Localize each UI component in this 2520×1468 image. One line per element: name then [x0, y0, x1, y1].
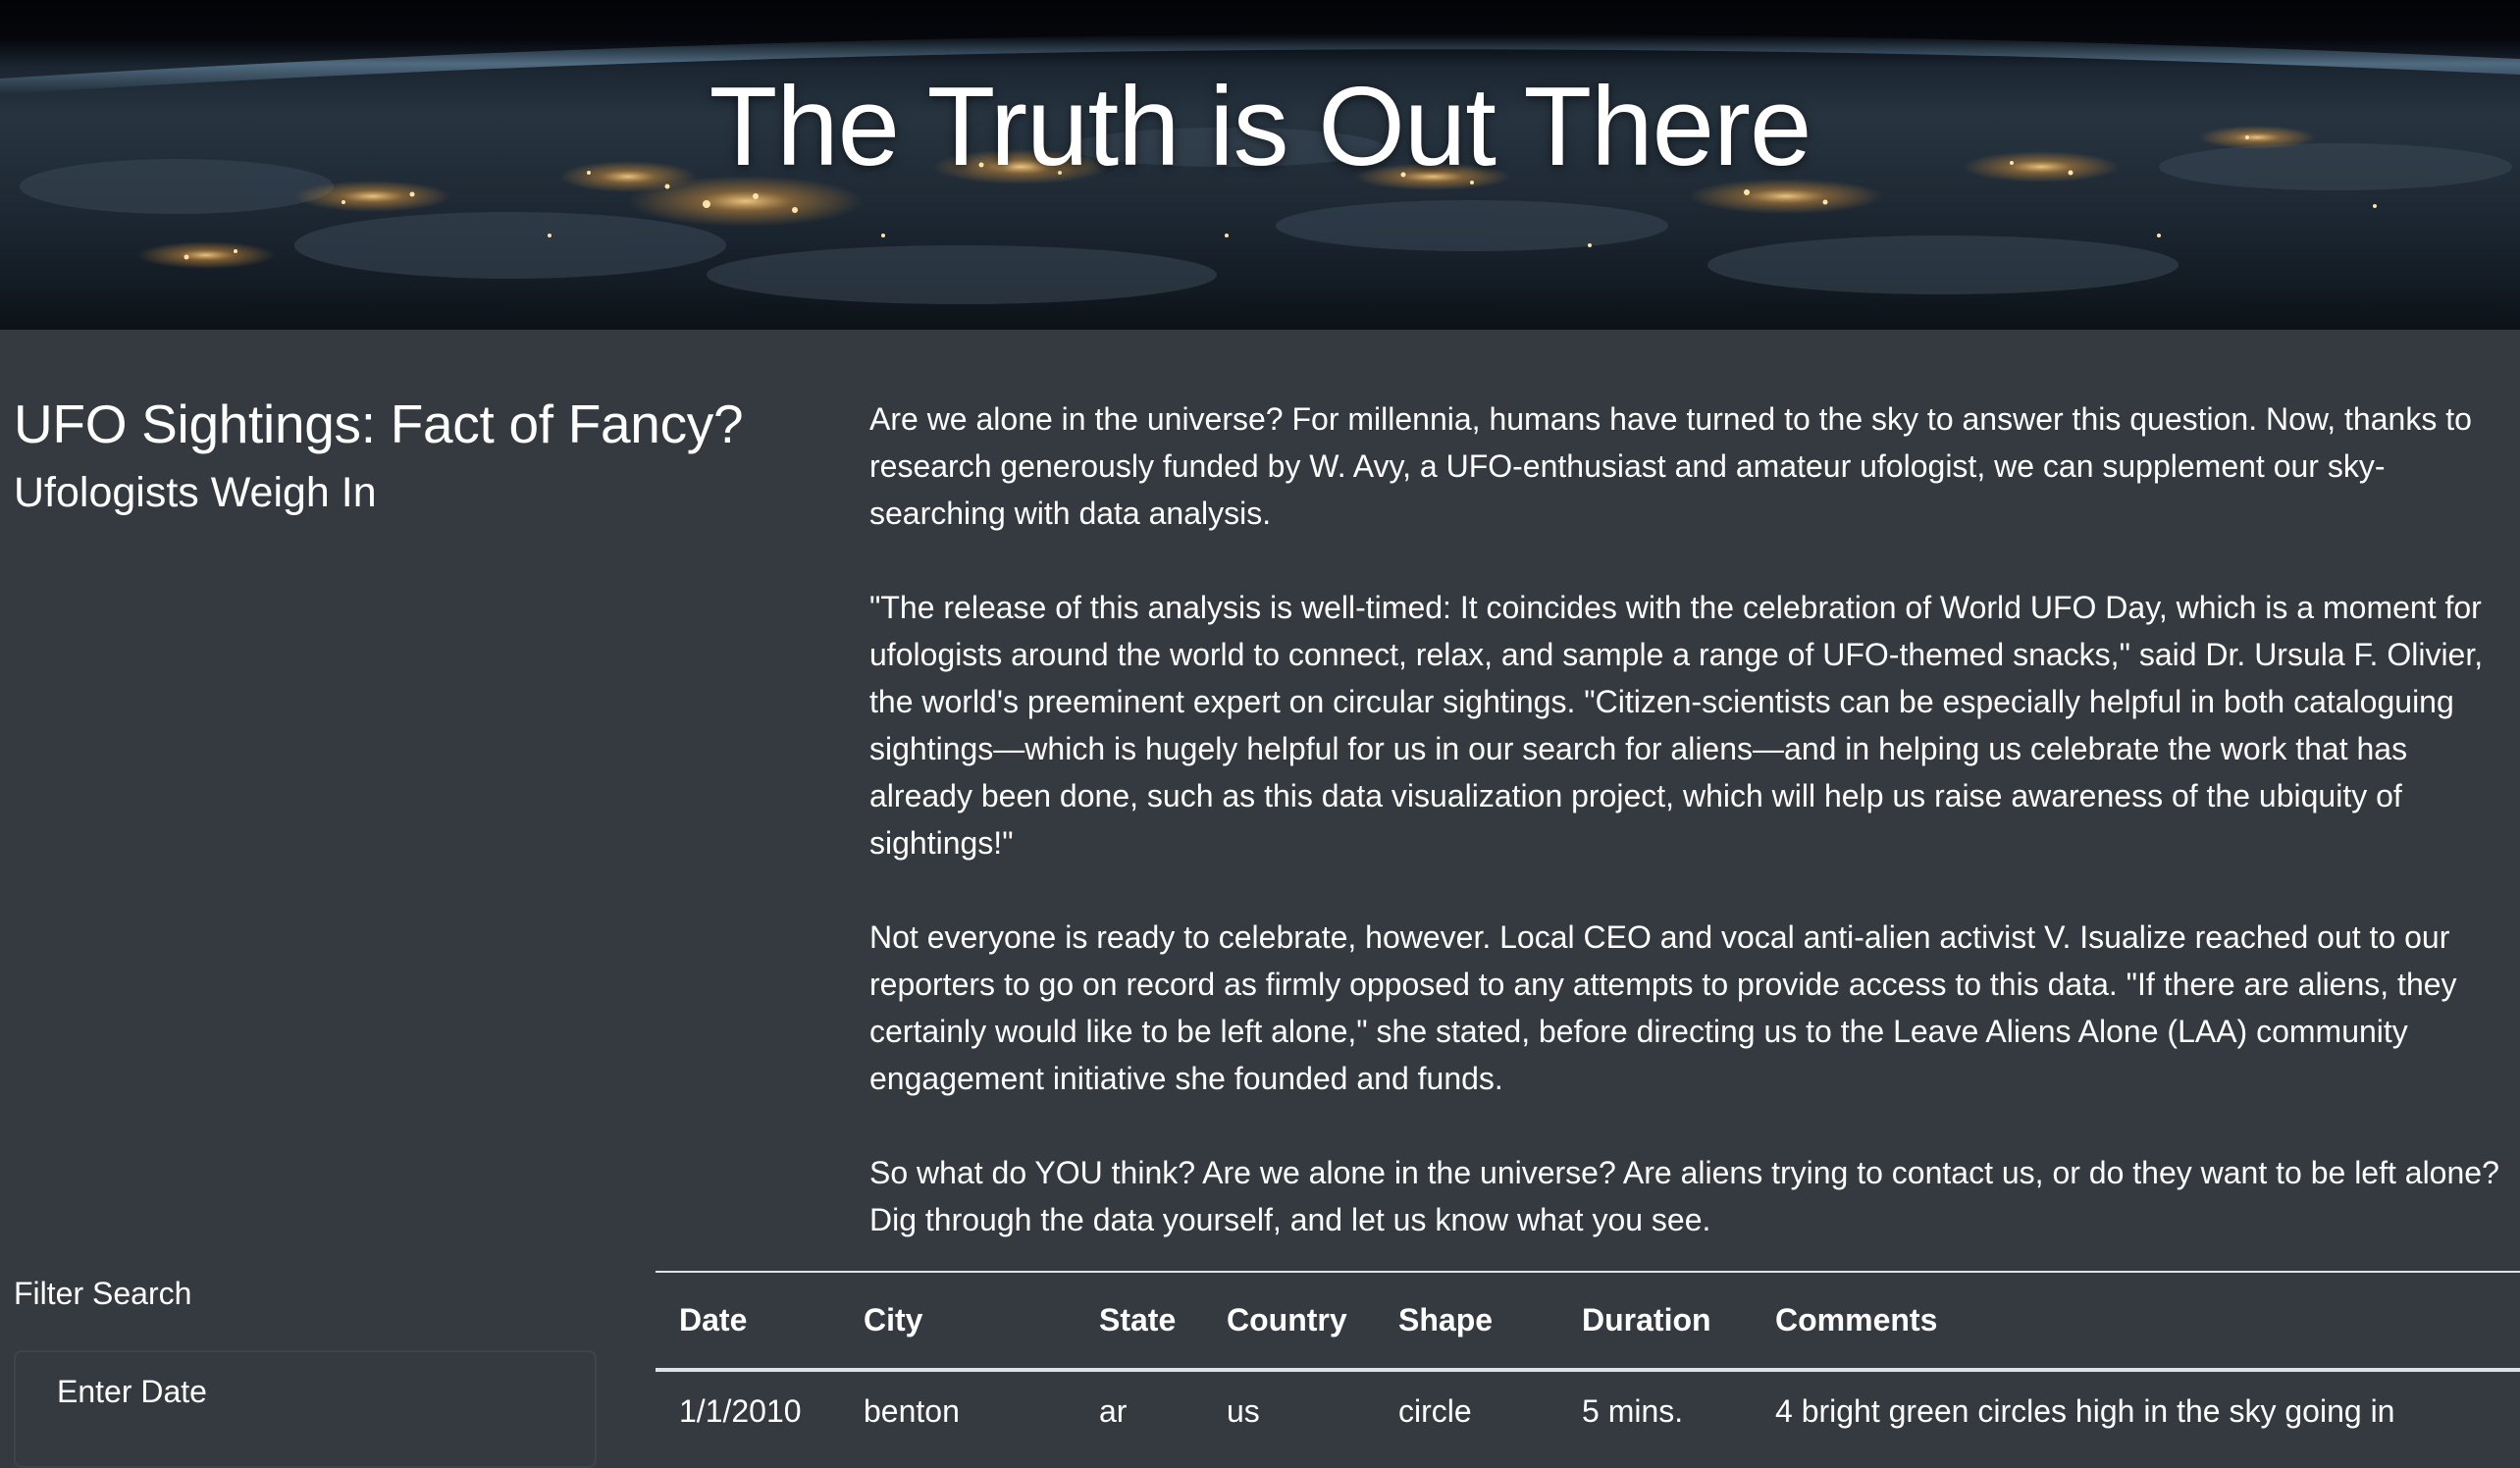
cell-date: 1/1/2010 [679, 1393, 802, 1429]
hero-banner: The Truth is Out There [0, 0, 2520, 330]
table-body: 1/1/2010 benton ar us circle 5 mins. 4 b… [656, 1370, 2520, 1448]
cell-country: us [1227, 1393, 1260, 1429]
table-header: Date City State Country Shape Duration C… [656, 1272, 2520, 1370]
cell-comments: 4 bright green circles high in the sky g… [1775, 1393, 2395, 1429]
column-header-duration: Duration [1582, 1302, 1711, 1337]
column-header-country: Country [1227, 1302, 1347, 1337]
article-paragraph: Are we alone in the universe? For millen… [869, 401, 2472, 531]
cell-state: ar [1099, 1393, 1128, 1429]
date-filter-label[interactable]: Enter Date [57, 1374, 207, 1410]
cell-shape: circle [1398, 1393, 1472, 1429]
cell-duration: 5 mins. [1582, 1393, 1684, 1429]
filter-card: Enter Date [14, 1350, 597, 1468]
page-headline: UFO Sightings: Fact of Fancy? [14, 393, 744, 454]
column-header-shape: Shape [1398, 1302, 1494, 1337]
column-header-state: State [1099, 1302, 1177, 1337]
cell-city: benton [864, 1393, 960, 1429]
table-row: 1/1/2010 benton ar us circle 5 mins. 4 b… [656, 1370, 2520, 1448]
article-paragraph: Not everyone is ready to celebrate, howe… [869, 919, 2457, 1096]
page-subheadline: Ufologists Weigh In [14, 469, 377, 516]
column-header-date: Date [679, 1302, 748, 1337]
filter-search-title: Filter Search [14, 1276, 192, 1311]
column-header-city: City [864, 1302, 923, 1337]
ufo-table: Date City State Country Shape Duration C… [656, 1271, 2520, 1448]
hero-title: The Truth is Out There [709, 65, 1812, 189]
column-header-comments: Comments [1775, 1302, 1938, 1337]
article-body: Are we alone in the universe? For millen… [869, 395, 2516, 1243]
article-paragraph: So what do YOU think? Are we alone in th… [869, 1155, 2499, 1237]
article-paragraph: "The release of this analysis is well-ti… [869, 590, 2484, 861]
